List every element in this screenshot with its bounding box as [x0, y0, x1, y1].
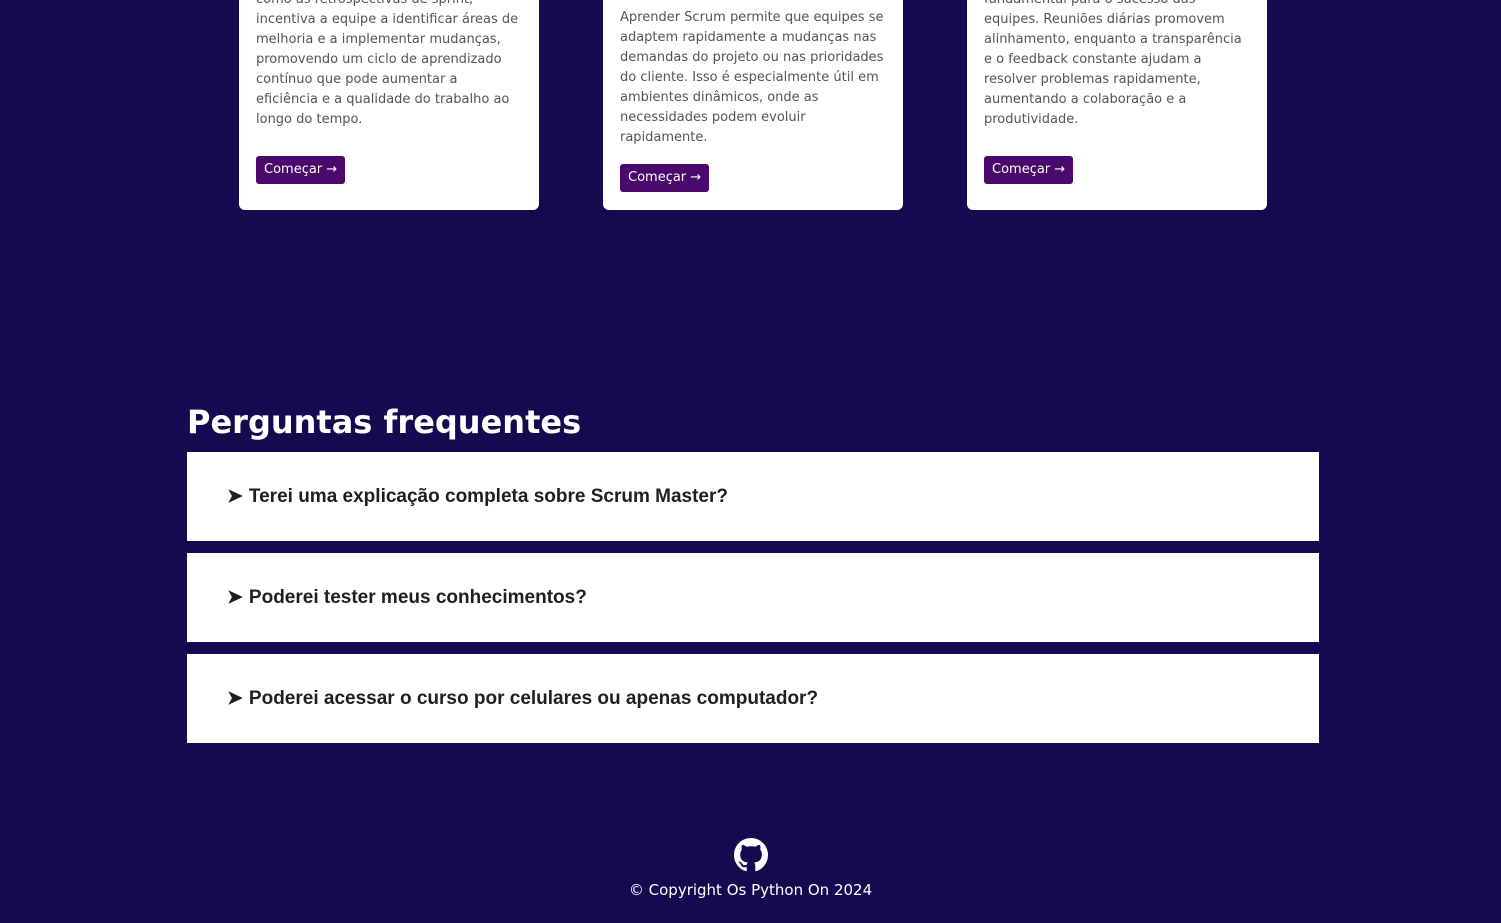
- faq-question-text: Poderei acessar o curso por celulares ou…: [248, 688, 819, 709]
- benefit-card: fundamental para o sucesso das equipes. …: [967, 0, 1267, 210]
- faq-question: ➤ Poderei acessar o curso por celulares o…: [227, 687, 818, 710]
- faq-question-text: Poderei tester meus conhecimentos?: [248, 587, 587, 608]
- start-button[interactable]: Começar →: [620, 164, 710, 192]
- benefit-card: Aprender Scrum permite que equipes se ad…: [603, 0, 903, 210]
- faq-title: Perguntas frequentes: [187, 403, 582, 441]
- start-button[interactable]: Começar →: [984, 156, 1074, 184]
- page: como as retrospectivas de sprint, incent…: [0, 0, 1501, 923]
- faq-item[interactable]: ➤ Poderei tester meus conhecimentos?: [187, 553, 1319, 642]
- github-icon: [733, 838, 768, 872]
- arrow-icon: ➤: [227, 688, 243, 709]
- start-button[interactable]: Começar →: [256, 156, 346, 184]
- arrow-icon: ➤: [227, 587, 243, 608]
- footer: © Copyright Os Python On 2024: [0, 838, 1501, 900]
- copyright-text: © Copyright Os Python On 2024: [628, 881, 873, 899]
- card-description: Aprender Scrum permite que equipes se ad…: [620, 10, 884, 145]
- faq-question-text: Terei uma explicação completa sobre Scru…: [248, 486, 728, 507]
- faq-question: ➤ Poderei tester meus conhecimentos?: [227, 586, 587, 609]
- benefit-card: como as retrospectivas de sprint, incent…: [239, 0, 539, 210]
- faq-item[interactable]: ➤ Terei uma explicação completa sobre Scr…: [187, 452, 1319, 541]
- card-description: fundamental para o sucesso das equipes. …: [984, 0, 1242, 127]
- github-link[interactable]: [733, 838, 768, 872]
- arrow-icon: ➤: [227, 486, 243, 507]
- card-description: como as retrospectivas de sprint, incent…: [256, 0, 519, 127]
- faq-item[interactable]: ➤ Poderei acessar o curso por celulares o…: [187, 654, 1319, 743]
- faq-question: ➤ Terei uma explicação completa sobre Scr…: [227, 485, 728, 508]
